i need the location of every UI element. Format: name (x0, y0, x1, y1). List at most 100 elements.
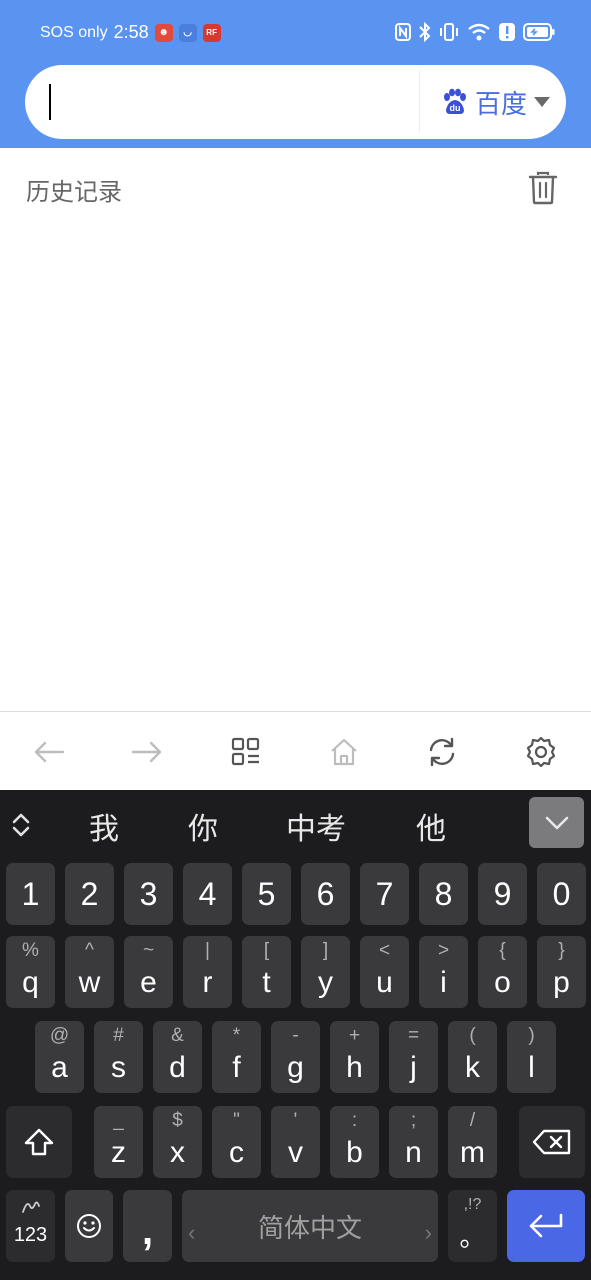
key-v[interactable]: ' v (271, 1106, 320, 1178)
key-l-label: l (528, 1051, 535, 1084)
space-key[interactable]: ‹ 简体中文 › (182, 1190, 438, 1262)
backspace-key[interactable] (519, 1106, 585, 1178)
key-6-label: 6 (316, 876, 335, 912)
key-r[interactable]: | r (183, 936, 232, 1008)
search-bar[interactable]: du 百度 (25, 65, 566, 139)
key-i[interactable]: > i (419, 936, 468, 1008)
refresh-icon[interactable] (422, 732, 462, 772)
search-engine-label: 百度 (475, 88, 528, 119)
key-d[interactable]: & d (153, 1021, 202, 1093)
key-p-label: p (553, 966, 570, 999)
period-key[interactable]: ,!? 。 (448, 1190, 497, 1262)
key-l-sub-label: ) (528, 1025, 535, 1046)
key-p[interactable]: } p (537, 936, 586, 1008)
key-4-label: 4 (198, 876, 217, 912)
comma-key-label: , (141, 1208, 154, 1253)
key-k-label: k (465, 1051, 480, 1084)
key-y[interactable]: ] y (301, 936, 350, 1008)
key-i-label: i (440, 966, 447, 999)
key-q-sub-label: % (22, 940, 39, 961)
key-b[interactable]: :b (330, 1106, 379, 1178)
key-j[interactable]: = j (389, 1021, 438, 1093)
candidate-4[interactable]: 他 (416, 804, 446, 848)
key-3[interactable]: 3 (124, 863, 173, 925)
key-e-label: e (140, 966, 157, 999)
key-z[interactable]: _ z (94, 1106, 143, 1178)
key-g-sub-label: - (292, 1025, 299, 1046)
key-l[interactable]: ) l (507, 1021, 556, 1093)
key-t[interactable]: [t (242, 936, 291, 1008)
search-engine-selector[interactable]: du 百度 (441, 65, 551, 139)
key-0-label: 0 (552, 876, 571, 912)
home-icon[interactable] (324, 732, 364, 772)
browser-toolbar (0, 711, 591, 790)
key-b-label: b (346, 1136, 363, 1169)
status-bar: SOS only 2:58 ☻ ◡ RF (0, 0, 591, 64)
key-c-sub-label: " (233, 1110, 240, 1131)
collapse-keyboard-button[interactable] (529, 797, 584, 848)
app-badge-3: RF (202, 23, 221, 42)
key-7[interactable]: 7 (360, 863, 409, 925)
settings-icon[interactable] (521, 732, 561, 772)
key-n[interactable]: ; n (389, 1106, 438, 1178)
period-key-label: 。 (459, 1222, 486, 1252)
symbols-key[interactable]: 123 (6, 1190, 55, 1262)
key-s[interactable]: # s (94, 1021, 143, 1093)
expand-candidates-icon[interactable] (6, 810, 36, 840)
back-icon[interactable] (29, 732, 69, 772)
chevron-down-icon (545, 816, 568, 829)
comma-key[interactable]: , (123, 1190, 172, 1262)
key-n-label: n (405, 1136, 422, 1169)
key-h[interactable]: + h (330, 1021, 379, 1093)
key-o[interactable]: {o (478, 936, 527, 1008)
key-9[interactable]: 9 (478, 863, 527, 925)
key-w[interactable]: ^ w (65, 936, 114, 1008)
key-0[interactable]: 0 (537, 863, 586, 925)
shift-key[interactable] (6, 1106, 72, 1178)
key-4[interactable]: 4 (183, 863, 232, 925)
key-e[interactable]: ~ e (124, 936, 173, 1008)
trash-icon[interactable] (528, 171, 558, 205)
key-m-sub-label: / (469, 1110, 476, 1131)
handwriting-icon (21, 1201, 40, 1213)
key-5-label: 5 (257, 876, 276, 912)
symbols-key-label: 123 (13, 1223, 48, 1246)
key-2[interactable]: 2 (65, 863, 114, 925)
candidate-3[interactable]: 中考 (286, 804, 346, 848)
enter-key[interactable] (507, 1190, 585, 1262)
key-m-label: m (460, 1136, 485, 1169)
candidate-1[interactable]: 我 (89, 804, 119, 848)
text-cursor (49, 84, 51, 120)
status-right (395, 22, 555, 42)
bluetooth-icon (419, 22, 431, 42)
app-badge-1: ☻ (154, 23, 173, 42)
key-f[interactable]: * f (212, 1021, 261, 1093)
key-e-sub-label: ~ (142, 940, 155, 961)
key-k[interactable]: (k (448, 1021, 497, 1093)
key-x[interactable]: $ x (153, 1106, 202, 1178)
backspace-icon (532, 1129, 571, 1155)
top-header: SOS only 2:58 ☻ ◡ RF du 百度 (0, 0, 591, 148)
key-q[interactable]: % q (6, 936, 55, 1008)
key-g[interactable]: -g (271, 1021, 320, 1093)
key-m[interactable]: / m (448, 1106, 497, 1178)
space-right-arrow-icon: › (424, 1220, 432, 1245)
key-z-label: z (111, 1136, 126, 1169)
candidate-2[interactable]: 你 (188, 804, 218, 848)
keyboard: 我 你 中考 他 123 , ‹ 简体中文 › ,!? 。 1234567890… (0, 790, 591, 1280)
key-c[interactable]: " c (212, 1106, 261, 1178)
key-o-sub-label: { (499, 940, 506, 961)
key-a[interactable]: @ a (35, 1021, 84, 1093)
emoji-key[interactable] (65, 1190, 113, 1262)
key-8[interactable]: 8 (419, 863, 468, 925)
forward-icon[interactable] (127, 732, 167, 772)
key-s-label: s (111, 1051, 126, 1084)
key-h-sub-label: + (348, 1025, 361, 1046)
key-1[interactable]: 1 (6, 863, 55, 925)
tabs-icon[interactable] (226, 732, 266, 772)
key-r-sub-label: | (205, 940, 210, 961)
key-u[interactable]: < u (360, 936, 409, 1008)
key-5[interactable]: 5 (242, 863, 291, 925)
search-input[interactable] (53, 81, 403, 123)
key-6[interactable]: 6 (301, 863, 350, 925)
